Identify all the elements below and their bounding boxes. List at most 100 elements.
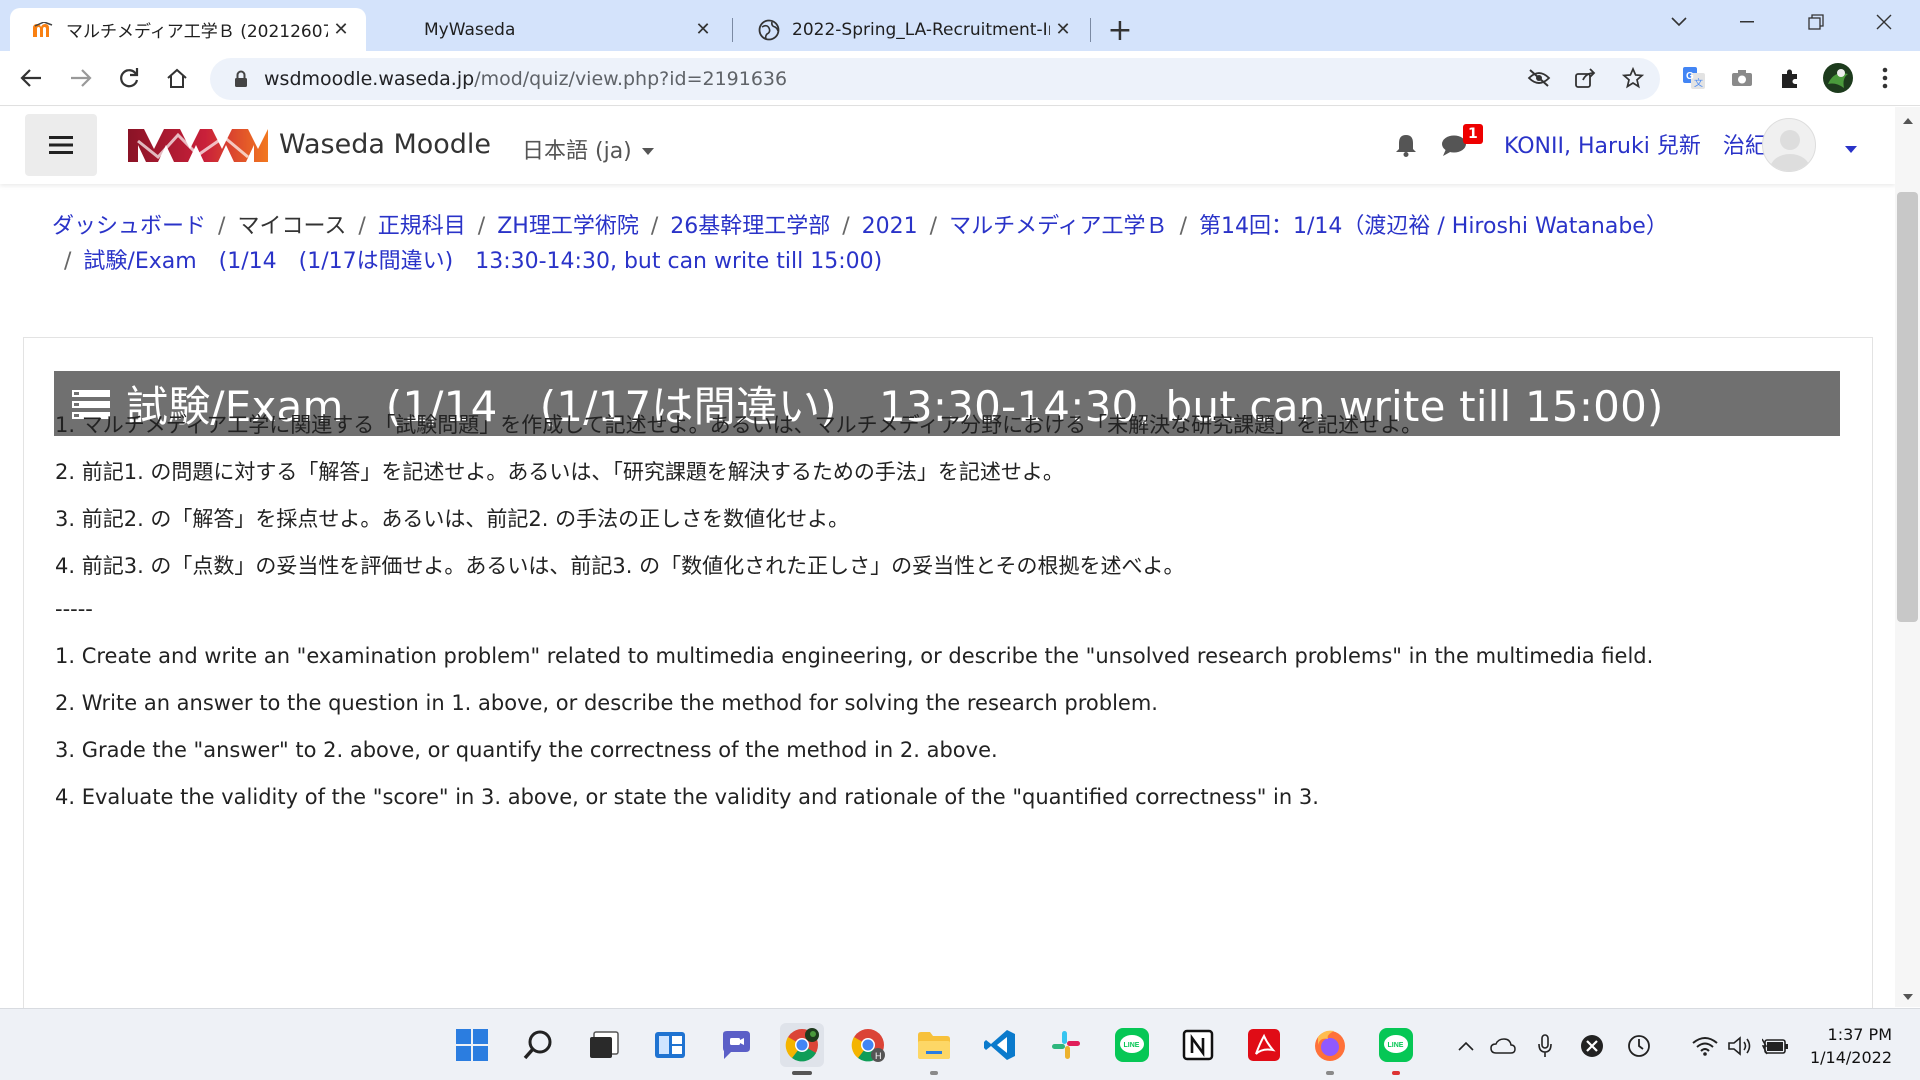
tab-search-chevron-icon[interactable]: [1648, 0, 1710, 44]
widgets-icon[interactable]: [648, 1023, 692, 1067]
tray-overflow-chevron-icon[interactable]: [1451, 1031, 1481, 1061]
extensions-puzzle-icon[interactable]: [1771, 59, 1809, 97]
breadcrumb-dashboard[interactable]: ダッシュボード: [52, 214, 206, 239]
new-tab-button[interactable]: +: [1090, 8, 1150, 52]
minimize-button[interactable]: [1716, 0, 1778, 44]
tab-title: マルチメディア工学Ｂ (20212607013: [66, 22, 328, 42]
scrollbar-thumb[interactable]: [1897, 192, 1918, 622]
battery-charging-icon[interactable]: [1761, 1031, 1791, 1061]
close-tab-icon[interactable]: ✕: [328, 17, 354, 43]
user-menu-caret-icon[interactable]: [1845, 139, 1857, 158]
breadcrumb-course[interactable]: マルチメディア工学Ｂ: [949, 214, 1167, 239]
paragraph-en-2: 2. Write an answer to the question in 1.…: [55, 691, 1158, 715]
waseda-moodle-logo[interactable]: [128, 127, 270, 168]
scroll-down-arrow-icon[interactable]: [1901, 990, 1915, 1004]
clock-sync-icon[interactable]: [1624, 1031, 1654, 1061]
breadcrumb-separator: /: [358, 214, 366, 239]
language-label: 日本語 (ja): [522, 139, 632, 164]
breadcrumb-year[interactable]: 2021: [862, 214, 918, 239]
breadcrumb-my-courses: マイコース: [237, 214, 347, 239]
clock-date: 1/14/2022: [1809, 1048, 1892, 1067]
language-menu[interactable]: 日本語 (ja): [522, 133, 654, 165]
running-app-indicator: [1326, 1071, 1334, 1075]
site-name[interactable]: Waseda Moodle: [279, 129, 491, 160]
breadcrumb-separator: /: [218, 214, 226, 239]
app-close-circle-icon[interactable]: [1577, 1031, 1607, 1061]
breadcrumb-school[interactable]: 26基幹理工学部: [670, 214, 830, 239]
speaker-icon[interactable]: [1725, 1031, 1755, 1061]
browser-menu-icon[interactable]: [1866, 59, 1904, 97]
microphone-icon[interactable]: [1530, 1031, 1560, 1061]
file-explorer-icon[interactable]: [912, 1023, 956, 1067]
clock-time: 1:37 PM: [1827, 1025, 1892, 1044]
scroll-up-arrow-icon[interactable]: [1901, 114, 1915, 128]
running-app-indicator: [1392, 1071, 1400, 1075]
chrome-profile-icon[interactable]: H: [846, 1023, 890, 1067]
google-translate-icon[interactable]: G文: [1675, 59, 1713, 97]
url-text: wsdmoodle.waseda.jp/mod/quiz/view.php?id…: [264, 68, 787, 90]
globe-icon: [758, 19, 780, 41]
lock-icon[interactable]: [230, 70, 252, 88]
notion-icon[interactable]: [1176, 1023, 1220, 1067]
vscode-icon[interactable]: [978, 1023, 1022, 1067]
task-view-icon[interactable]: [582, 1023, 626, 1067]
tab-title: 2022-Spring_LA-Recruitment-Info: [792, 19, 1050, 40]
breadcrumb-faculty[interactable]: ZH理工学術院: [497, 214, 639, 239]
close-tab-icon[interactable]: ✕: [1050, 17, 1076, 43]
home-button[interactable]: [158, 59, 196, 97]
acrobat-icon[interactable]: [1242, 1023, 1286, 1067]
moodle-icon: [32, 19, 54, 41]
taskbar-clock[interactable]: 1:37 PM 1/14/2022: [1792, 1023, 1892, 1069]
url-path: /mod/quiz/view.php?id=2191636: [474, 68, 788, 90]
restore-button[interactable]: [1785, 0, 1847, 44]
reload-button[interactable]: [110, 59, 148, 97]
windows-taskbar: H LINE LINE 1:37 PM 1/14/2022: [0, 1008, 1920, 1080]
breadcrumb-separator: /: [929, 214, 938, 239]
svg-text:H: H: [875, 1051, 882, 1061]
breadcrumb-exam[interactable]: 試験/Exam (1/14 (1/17は間違い) 13:30-14:30, bu…: [83, 249, 882, 274]
search-icon[interactable]: [516, 1023, 560, 1067]
close-window-button[interactable]: [1853, 0, 1915, 44]
notifications-bell-icon[interactable]: [1395, 133, 1417, 161]
wifi-icon[interactable]: [1690, 1031, 1720, 1061]
svg-text:文: 文: [1694, 77, 1703, 88]
tab-moodle[interactable]: マルチメディア工学Ｂ (20212607013 ✕: [10, 8, 366, 51]
slack-icon[interactable]: [1044, 1023, 1088, 1067]
hamburger-menu-button[interactable]: [25, 114, 97, 176]
active-app-indicator: [792, 1071, 812, 1075]
paragraph-ja-3: 3. 前記2. の「解答」を採点せよ。あるいは、前記2. の手法の正しさを数値化…: [55, 507, 850, 531]
close-tab-icon[interactable]: ✕: [690, 17, 716, 43]
onedrive-cloud-icon[interactable]: [1488, 1031, 1518, 1061]
profile-avatar-icon[interactable]: [1819, 59, 1857, 97]
separator-text: -----: [55, 597, 93, 621]
line-icon[interactable]: LINE: [1110, 1023, 1154, 1067]
camera-icon[interactable]: [1723, 59, 1761, 97]
breadcrumb-separator: /: [64, 249, 72, 274]
user-avatar[interactable]: [1762, 118, 1816, 172]
svg-text:LINE: LINE: [1124, 1042, 1140, 1049]
tab-mywaseda[interactable]: MyWaseda ✕: [378, 8, 728, 51]
eye-slash-icon[interactable]: [1520, 59, 1558, 97]
teams-chat-icon[interactable]: [714, 1023, 758, 1067]
address-bar[interactable]: wsdmoodle.waseda.jp/mod/quiz/view.php?id…: [210, 58, 1660, 100]
url-host: wsdmoodle.waseda.jp: [264, 68, 475, 90]
tab-divider: [732, 18, 733, 42]
breadcrumb-separator: /: [477, 214, 486, 239]
user-name[interactable]: KONII, Haruki 兒新 治紀: [1504, 128, 1767, 160]
line-icon-2[interactable]: LINE: [1374, 1023, 1418, 1067]
chrome-icon[interactable]: [780, 1023, 824, 1067]
breadcrumb-regular-courses[interactable]: 正規科目: [378, 214, 466, 239]
paragraph-ja-4: 4. 前記3. の「点数」の妥当性を評価せよ。あるいは、前記3. の「数値化され…: [55, 554, 1185, 578]
share-icon[interactable]: [1566, 59, 1604, 97]
firefox-icon[interactable]: [1308, 1023, 1352, 1067]
running-app-indicator: [930, 1071, 938, 1075]
bookmark-star-icon[interactable]: [1614, 59, 1652, 97]
forward-button[interactable]: [62, 59, 100, 97]
tab-la-recruitment[interactable]: 2022-Spring_LA-Recruitment-Info ✕: [736, 8, 1088, 51]
paragraph-en-4: 4. Evaluate the validity of the "score" …: [55, 785, 1319, 809]
svg-text:LINE: LINE: [1388, 1042, 1404, 1049]
start-icon[interactable]: [450, 1023, 494, 1067]
breadcrumb-session[interactable]: 第14回：1/14（渡辺裕 / Hiroshi Watanabe）: [1199, 214, 1668, 239]
paragraph-ja-2: 2. 前記1. の問題に対する「解答」を記述せよ。あるいは、「研究課題を解決する…: [55, 460, 1064, 484]
back-button[interactable]: [12, 59, 50, 97]
